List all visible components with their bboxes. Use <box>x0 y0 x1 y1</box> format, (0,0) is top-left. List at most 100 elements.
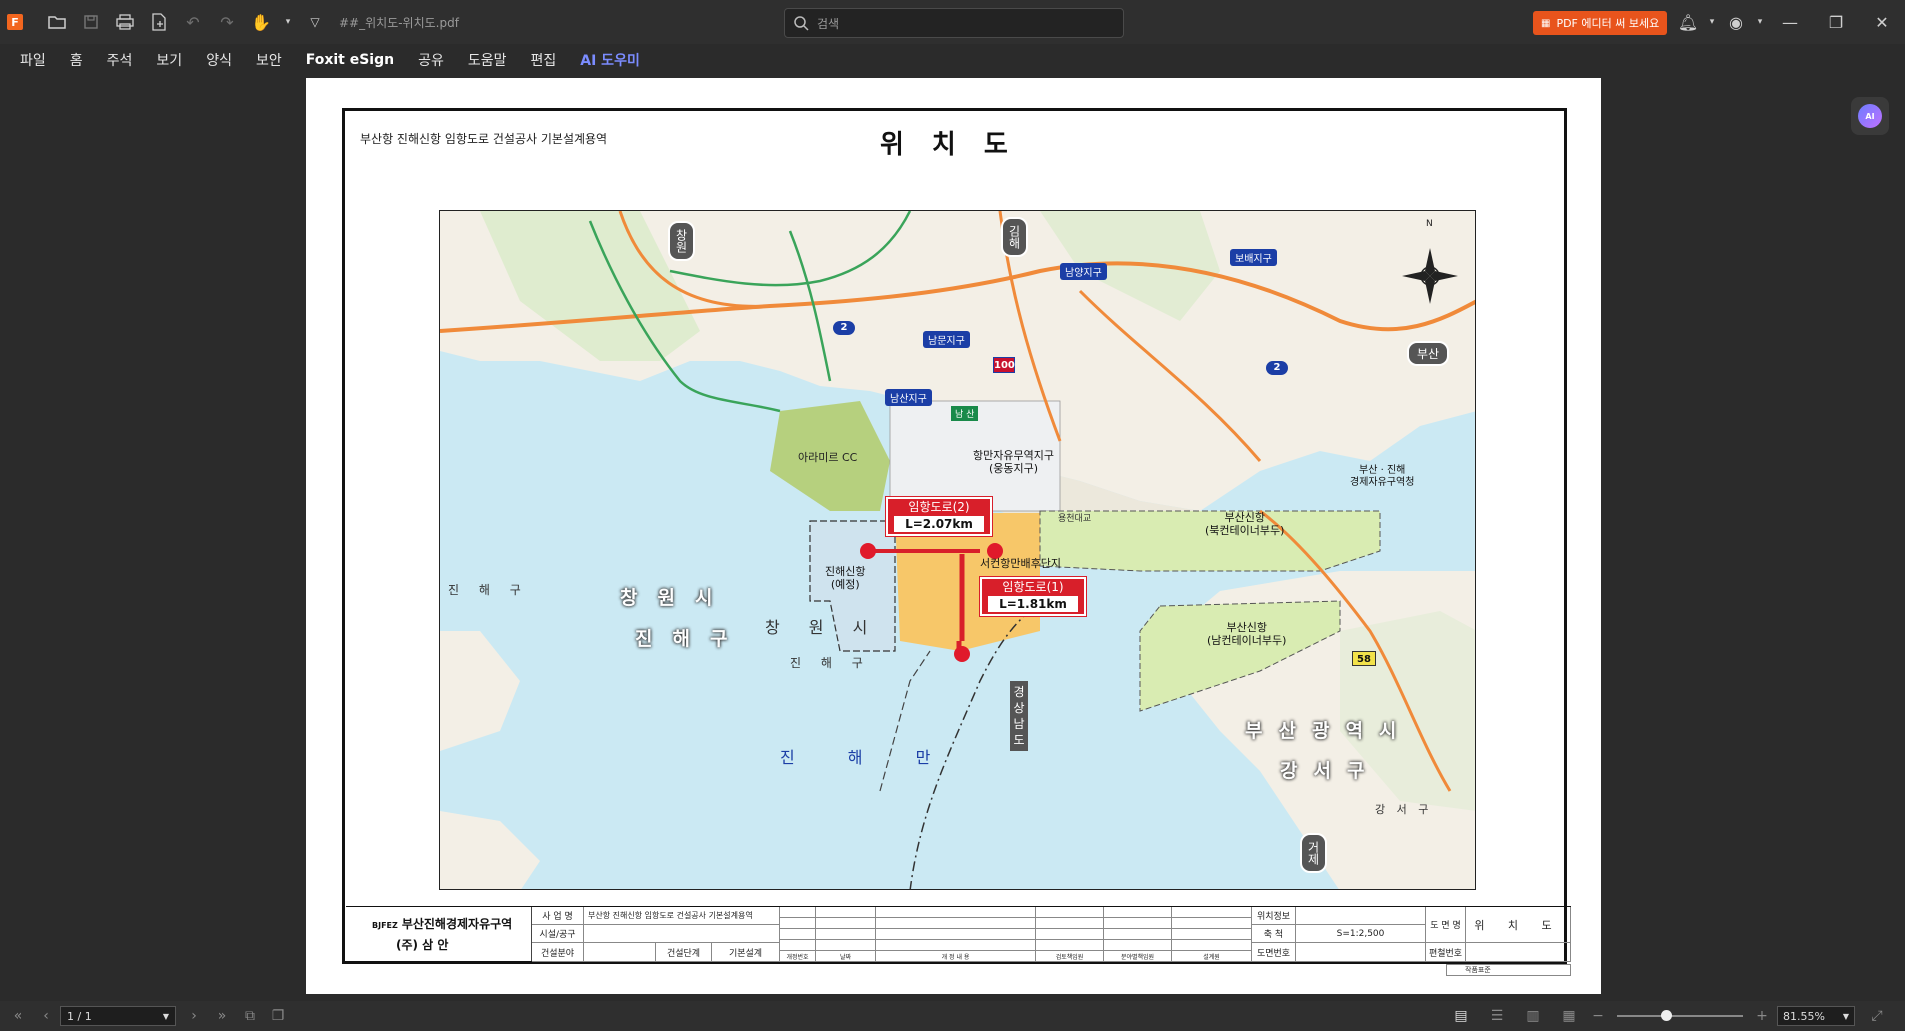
search-input[interactable]: 검색 <box>784 8 1124 38</box>
quick-access-dropdown-icon[interactable]: ▽ <box>303 10 327 34</box>
facing-view-icon[interactable]: ▥ <box>1519 1008 1547 1024</box>
revision-cell <box>780 940 816 951</box>
revision-cell <box>1036 940 1104 951</box>
zoom-level-input[interactable]: 81.55% ▼ <box>1777 1006 1855 1026</box>
jinhae-gu-label: 진해구 <box>635 628 748 650</box>
gimhae-direction-arrow: 김해 <box>1001 217 1028 257</box>
gangseo-small-label: 강 서 구 <box>1375 803 1433 816</box>
undo-icon[interactable]: ↶ <box>181 10 205 34</box>
project-name-cell: 부산항 진해신항 임항도로 건설공사 기본설계용역 <box>584 907 780 925</box>
fez-office-name: 경제자유구역청 <box>1350 477 1415 488</box>
menu-share[interactable]: 공유 <box>406 44 456 76</box>
busan-newport-south-label: 부산신항 (남컨테이너부두) <box>1207 621 1286 647</box>
next-page-icon[interactable]: › <box>180 1008 208 1024</box>
zoom-slider[interactable] <box>1617 1010 1743 1021</box>
menu-edit[interactable]: 편집 <box>519 44 569 76</box>
restore-icon[interactable]: ❐ <box>1813 10 1859 34</box>
rev-header-field-lead: 분야별책임원 <box>1104 951 1172 962</box>
menu-protect[interactable]: 보안 <box>244 44 294 76</box>
changwon-small-label: 창 원 시 <box>765 618 880 637</box>
menu-ai-assistant[interactable]: AI 도우미 <box>568 44 652 76</box>
print-icon[interactable] <box>113 10 137 34</box>
revision-table: 개정번호 날짜 개 정 내 용 검토책임원 분야별책임원 설계원 <box>780 907 1252 962</box>
namsan-peak-label: 남 산 <box>951 406 979 421</box>
menu-comment[interactable]: 주석 <box>95 44 145 76</box>
save-icon[interactable] <box>79 10 103 34</box>
standard-note: 작품표준 <box>1446 964 1571 976</box>
revision-cell <box>816 918 876 929</box>
page-duplicate-icon[interactable]: ❐ <box>264 1008 292 1024</box>
phase-value: 기본설계 <box>712 943 780 962</box>
hand-tool-icon[interactable]: ✋ <box>249 10 273 34</box>
foxit-logo-icon[interactable]: F <box>7 14 23 30</box>
free-trade-zone-sub: (웅동지구) <box>988 462 1039 475</box>
zoom-out-icon[interactable]: − <box>1591 1008 1605 1024</box>
rev-header-no: 개정번호 <box>780 951 816 962</box>
road-2-length: L=2.07km <box>894 516 984 532</box>
facility-label: 시설/공구 <box>532 925 584 943</box>
field-value <box>584 943 656 962</box>
minimize-icon[interactable]: — <box>1767 10 1813 34</box>
title-block: BJFEZ 부산진해경제자유구역 (주) 삼 안 사 업 명 부산항 진해신항 임… <box>346 906 1571 962</box>
first-page-icon[interactable]: « <box>4 1008 32 1024</box>
scale-value: S=1:2,500 <box>1296 925 1426 943</box>
chevron-down-icon[interactable]: ▾ <box>283 10 293 34</box>
zoom-in-icon[interactable]: + <box>1755 1008 1769 1024</box>
drawing-name-label: 도 면 명 <box>1426 907 1466 943</box>
ai-assistant-button[interactable]: AI <box>1851 97 1889 135</box>
file-no-label: 편철번호 <box>1426 943 1466 962</box>
route-2-shield: 2 <box>833 321 855 335</box>
search-icon <box>794 16 809 31</box>
field-label: 건설분야 <box>532 943 584 962</box>
arami-cc-label: 아라미르 CC <box>798 451 858 464</box>
scale-label: 축 척 <box>1252 925 1296 943</box>
busan-newport-north-label: 부산신항 (북컨테이너부두) <box>1205 511 1284 537</box>
account-icon[interactable]: ◉ <box>1719 10 1753 34</box>
route-58-shield: 58 <box>1352 651 1376 666</box>
revision-cell <box>780 929 816 940</box>
fullscreen-icon[interactable]: ⤢ <box>1863 1008 1891 1024</box>
jinhae-newport-label: 진해신항 (예정) <box>825 565 865 591</box>
busan-newport-north-name: 부산신항 <box>1224 511 1265 524</box>
rev-header-reviewer: 검토책임원 <box>1036 951 1104 962</box>
continuous-facing-view-icon[interactable]: ▦ <box>1555 1008 1583 1024</box>
rev-header-date: 날짜 <box>816 951 876 962</box>
last-page-icon[interactable]: » <box>208 1008 236 1024</box>
file-no-value <box>1466 943 1571 962</box>
menu-foxit-esign[interactable]: Foxit eSign <box>294 44 406 76</box>
menu-file[interactable]: 파일 <box>8 44 58 76</box>
pdf-editor-button[interactable]: ▦ PDF 에디터 써 보세요 <box>1533 11 1668 35</box>
menu-view[interactable]: 보기 <box>144 44 194 76</box>
menu-home[interactable]: 홈 <box>58 44 95 76</box>
menu-form[interactable]: 양식 <box>194 44 244 76</box>
notification-bell-icon[interactable]: 🔔︎ <box>1671 10 1705 34</box>
free-trade-zone-label: 항만자유무역지구 (웅동지구) <box>973 449 1054 475</box>
zoom-slider-knob[interactable] <box>1661 1010 1672 1021</box>
gyeongnam-label: 경상남도 <box>1010 681 1028 751</box>
open-folder-icon[interactable] <box>45 10 69 34</box>
create-pdf-icon[interactable] <box>147 10 171 34</box>
revision-cell <box>876 940 1036 951</box>
jinhae-newport-name: 진해신항 <box>825 565 866 578</box>
menu-help[interactable]: 도움말 <box>456 44 519 76</box>
previous-page-icon[interactable]: ‹ <box>32 1008 60 1024</box>
chevron-down-icon[interactable]: ▾ <box>1753 10 1767 34</box>
free-trade-zone-name: 항만자유무역지구 <box>973 449 1054 462</box>
page-number-input[interactable]: 1 / 1 ▼ <box>60 1006 176 1026</box>
chevron-down-icon[interactable]: ▾ <box>1705 10 1719 34</box>
single-page-view-icon[interactable]: ▤ <box>1447 1008 1475 1024</box>
continuous-view-icon[interactable]: ☰ <box>1483 1008 1511 1024</box>
close-icon[interactable]: ✕ <box>1859 10 1905 34</box>
geoje-direction-arrow: 거제 <box>1300 833 1327 873</box>
busan-jinhae-label: 부산 · 진해 <box>1359 465 1406 476</box>
revision-cell <box>780 918 816 929</box>
project-info-grid: 사 업 명 부산항 진해신항 임항도로 건설공사 기본설계용역 시설/공구 건설… <box>532 907 780 962</box>
page-copy-icon[interactable]: ⧉ <box>236 1008 264 1024</box>
phase-label: 건설단계 <box>656 943 712 962</box>
busan-direction-arrow: 부산 <box>1407 341 1450 366</box>
north-container-label: (북컨테이너부두) <box>1205 524 1285 537</box>
redo-icon[interactable]: ↷ <box>215 10 239 34</box>
nammun-district-label: 남문지구 <box>923 331 970 348</box>
revision-cell <box>816 940 876 951</box>
status-bar: « ‹ 1 / 1 ▼ › » ⧉ ❐ ▤ ☰ ▥ ▦ − + 81.55% ▼… <box>0 1001 1905 1031</box>
